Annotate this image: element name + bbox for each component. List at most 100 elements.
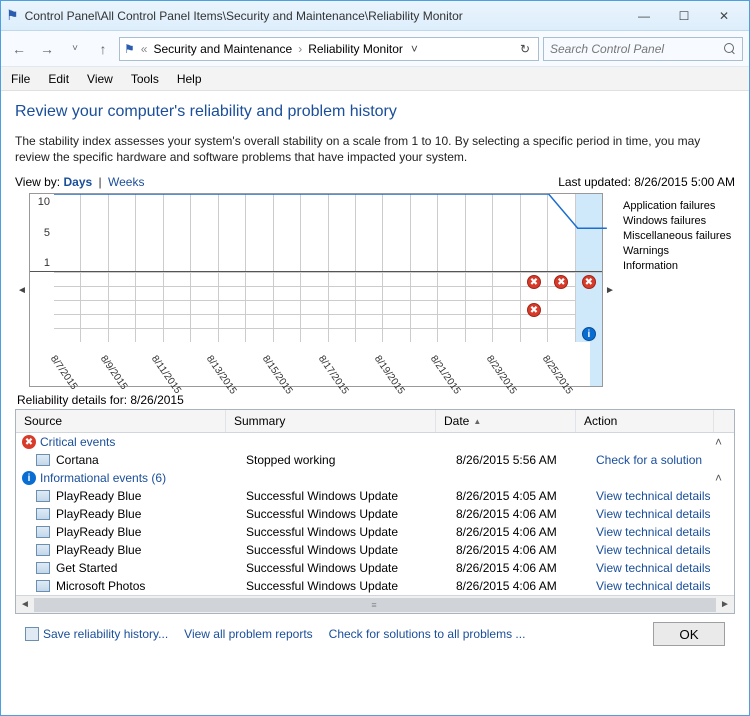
forward-button[interactable]: →	[35, 37, 59, 61]
recent-dropdown[interactable]: ˅	[63, 37, 87, 61]
table-row[interactable]: PlayReady BlueSuccessful Windows Update8…	[16, 505, 734, 523]
breadcrumb-seg1[interactable]: Security and Maintenance	[153, 42, 292, 56]
chart-event-col[interactable]	[135, 273, 162, 342]
chart-event-col[interactable]	[108, 273, 135, 342]
chart-event-col[interactable]	[218, 273, 245, 342]
minimize-button[interactable]: —	[624, 5, 664, 27]
chart-event-col[interactable]	[163, 273, 190, 342]
menu-bar: File Edit View Tools Help	[1, 67, 749, 91]
window-title: Control Panel\All Control Panel Items\Se…	[25, 9, 624, 23]
chart-event-col[interactable]	[492, 273, 519, 342]
view-technical-details-link[interactable]: View technical details	[596, 489, 734, 503]
table-row[interactable]: PlayReady BlueSuccessful Windows Update8…	[16, 523, 734, 541]
chart-event-col[interactable]	[300, 273, 327, 342]
col-summary[interactable]: Summary	[226, 410, 436, 432]
scroll-right-icon[interactable]: ►	[716, 599, 734, 610]
chart-event-col[interactable]	[80, 273, 107, 342]
x-axis-label: 8/25/2015	[546, 342, 591, 386]
cell-date: 8/26/2015 4:05 AM	[456, 489, 596, 503]
scroll-left-icon[interactable]: ◄	[16, 599, 34, 610]
table-row[interactable]: Microsoft PhotosSuccessful Windows Updat…	[16, 577, 734, 595]
view-technical-details-link[interactable]: View technical details	[596, 561, 734, 575]
menu-edit[interactable]: Edit	[48, 72, 69, 86]
app-icon	[36, 508, 50, 520]
chart-event-col[interactable]	[190, 273, 217, 342]
collapse-icon[interactable]: ˄	[715, 471, 728, 485]
close-button[interactable]: ✕	[704, 5, 744, 27]
reliability-details-table: Source Summary Date▲ Action ✖Critical ev…	[15, 409, 735, 614]
chart-scroll-left[interactable]: ◄	[15, 193, 29, 387]
view-technical-details-link[interactable]: View technical details	[596, 507, 734, 521]
check-solutions-link[interactable]: Check for solutions to all problems ...	[329, 627, 526, 641]
check-solution-link[interactable]: Check for a solution	[596, 453, 734, 467]
table-group-header[interactable]: iInformational events (6)˄	[16, 469, 734, 487]
app-icon	[36, 454, 50, 466]
up-button[interactable]: ↑	[91, 37, 115, 61]
chart-event-col[interactable]	[382, 273, 409, 342]
chart-event-col[interactable]	[54, 273, 80, 342]
chart-event-col[interactable]	[410, 273, 437, 342]
menu-help[interactable]: Help	[177, 72, 202, 86]
app-icon	[36, 562, 50, 574]
info-marker-icon: i	[582, 327, 596, 341]
app-icon: ⚑	[6, 7, 19, 24]
x-axis-label: 8/11/2015	[155, 342, 199, 386]
app-icon	[36, 526, 50, 538]
table-row[interactable]: CortanaStopped working8/26/2015 5:56 AMC…	[16, 451, 734, 469]
view-technical-details-link[interactable]: View technical details	[596, 543, 734, 557]
cell-summary: Successful Windows Update	[246, 507, 456, 521]
sort-asc-icon: ▲	[473, 417, 481, 426]
cell-date: 8/26/2015 4:06 AM	[456, 561, 596, 575]
chart-event-col[interactable]	[465, 273, 492, 342]
cell-source: PlayReady Blue	[56, 525, 246, 539]
table-row[interactable]: PlayReady BlueSuccessful Windows Update8…	[16, 541, 734, 559]
app-icon	[36, 580, 50, 592]
view-technical-details-link[interactable]: View technical details	[596, 525, 734, 539]
cell-source: Microsoft Photos	[56, 579, 246, 593]
cell-summary: Successful Windows Update	[246, 561, 456, 575]
chart-event-col[interactable]	[328, 273, 355, 342]
y-axis-labels: 1051	[30, 194, 54, 271]
horizontal-scrollbar[interactable]: ◄ ≡ ►	[16, 595, 734, 613]
table-group-header[interactable]: ✖Critical events˄	[16, 433, 734, 451]
refresh-button[interactable]: ↻	[516, 42, 534, 56]
view-by-days[interactable]: Days	[63, 175, 92, 189]
breadcrumb-seg2[interactable]: Reliability Monitor	[308, 42, 403, 56]
address-bar[interactable]: ⚑ « Security and Maintenance › Reliabili…	[119, 37, 539, 61]
chart-event-col[interactable]: ✖✖	[520, 273, 547, 342]
chart-event-col[interactable]: ✖i	[575, 273, 602, 342]
view-technical-details-link[interactable]: View technical details	[596, 579, 734, 593]
maximize-button[interactable]: ☐	[664, 5, 704, 27]
error-marker-icon: ✖	[582, 275, 596, 289]
address-dropdown[interactable]: ˅	[407, 42, 422, 56]
col-date[interactable]: Date▲	[436, 410, 576, 432]
cell-source: PlayReady Blue	[56, 543, 246, 557]
table-row[interactable]: PlayReady BlueSuccessful Windows Update8…	[16, 487, 734, 505]
chart-event-col[interactable]	[437, 273, 464, 342]
save-icon	[25, 627, 39, 641]
cell-summary: Successful Windows Update	[246, 543, 456, 557]
collapse-icon[interactable]: ˄	[715, 435, 728, 449]
table-row[interactable]: Get StartedSuccessful Windows Update8/26…	[16, 559, 734, 577]
navigation-bar: ← → ˅ ↑ ⚑ « Security and Maintenance › R…	[1, 31, 749, 67]
chart-event-col[interactable]	[245, 273, 272, 342]
view-by-weeks[interactable]: Weeks	[108, 175, 144, 189]
chart-event-col[interactable]: ✖	[547, 273, 574, 342]
col-action[interactable]: Action	[576, 410, 714, 432]
cell-date: 8/26/2015 5:56 AM	[456, 453, 596, 467]
col-source[interactable]: Source	[16, 410, 226, 432]
save-reliability-history-link[interactable]: Save reliability history...	[25, 627, 168, 641]
view-all-problem-reports-link[interactable]: View all problem reports	[184, 627, 313, 641]
menu-tools[interactable]: Tools	[131, 72, 159, 86]
chart-event-col[interactable]	[273, 273, 300, 342]
page-heading: Review your computer's reliability and p…	[15, 103, 735, 121]
back-button[interactable]: ←	[7, 37, 31, 61]
error-marker-icon: ✖	[527, 275, 541, 289]
x-axis-label	[590, 342, 601, 386]
menu-view[interactable]: View	[87, 72, 113, 86]
search-input[interactable]: Search Control Panel	[543, 37, 743, 61]
ok-button[interactable]: OK	[653, 622, 725, 646]
menu-file[interactable]: File	[11, 72, 30, 86]
chart-legend: Application failures Windows failures Mi…	[617, 193, 735, 387]
chart-event-col[interactable]	[355, 273, 382, 342]
